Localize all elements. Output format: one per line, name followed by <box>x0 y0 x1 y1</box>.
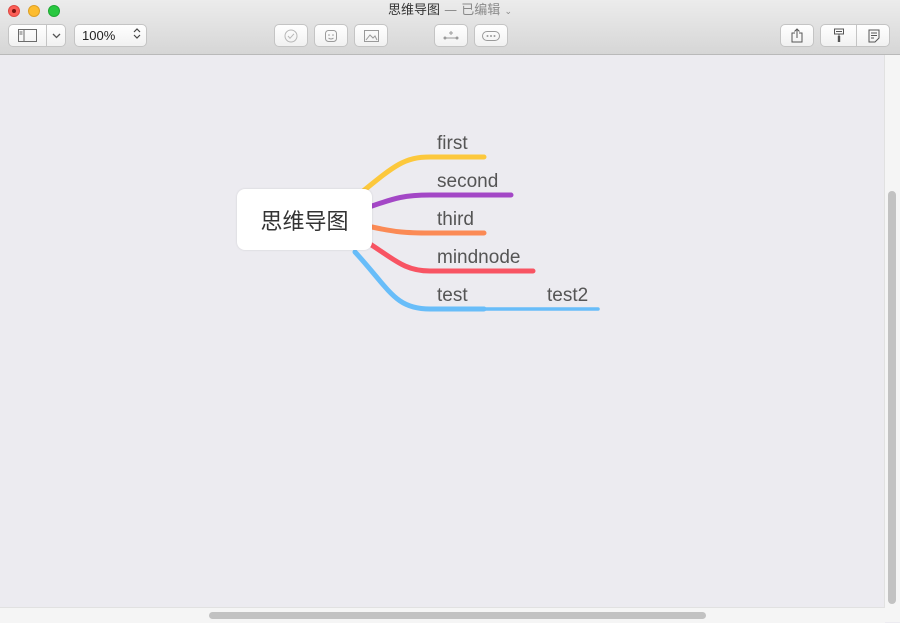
central-topic-label: 思维导图 <box>260 209 349 235</box>
app-window: 思维导图 — 已编辑 ⌄ 100% 思维导图 first second thir… <box>0 0 900 623</box>
title-toolbar: 思维导图 — 已编辑 ⌄ 100% <box>0 0 900 55</box>
chevron-down-icon <box>52 33 61 38</box>
horizontal-scrollbar[interactable] <box>0 607 885 623</box>
edited-status: — 已编辑 <box>444 3 501 18</box>
title-chevron-icon: ⌄ <box>504 7 512 17</box>
add-child-icon <box>443 30 459 39</box>
more-options-button[interactable] <box>474 24 508 47</box>
more-icon <box>482 30 500 41</box>
scroll-corner <box>885 607 900 622</box>
add-task-button[interactable] <box>274 24 308 47</box>
horizontal-scroll-thumb[interactable] <box>209 612 706 619</box>
add-image-button[interactable] <box>354 24 388 47</box>
notes-inspector-button[interactable] <box>857 25 890 46</box>
zoom-select[interactable]: 100% <box>74 24 147 47</box>
sidebar-toggle-button[interactable] <box>9 25 46 46</box>
sidebar-toggle-control <box>8 24 66 47</box>
node-mindnode[interactable]: mindnode <box>437 247 520 269</box>
sidebar-icon <box>18 29 37 42</box>
window-title[interactable]: 思维导图 — 已编辑 ⌄ <box>0 3 900 20</box>
checkmark-icon <box>284 29 298 42</box>
node-second[interactable]: second <box>437 171 498 193</box>
zoom-stepper-icon <box>133 28 141 39</box>
share-button[interactable] <box>780 24 814 47</box>
format-brush-icon <box>833 28 844 42</box>
vertical-scroll-thumb[interactable] <box>888 191 896 604</box>
branch-line-second <box>369 192 514 209</box>
format-inspector-button[interactable] <box>821 25 856 46</box>
vertical-scrollbar[interactable] <box>884 55 900 607</box>
image-icon <box>363 29 379 42</box>
zoom-value: 100% <box>82 28 116 43</box>
inspector-control <box>820 24 890 47</box>
node-test[interactable]: test <box>437 285 468 307</box>
sidebar-options-button[interactable] <box>47 25 66 46</box>
sticker-icon <box>325 29 337 42</box>
notes-icon <box>868 29 879 42</box>
node-test2[interactable]: test2 <box>547 285 588 307</box>
add-node-button[interactable] <box>434 24 468 47</box>
document-name: 思维导图 <box>388 3 441 18</box>
node-third[interactable]: third <box>437 209 474 231</box>
share-icon <box>791 28 803 43</box>
central-topic-node[interactable]: 思维导图 <box>237 189 372 250</box>
node-first[interactable]: first <box>437 133 468 155</box>
mindmap-canvas[interactable]: 思维导图 first second third mindnode test te… <box>0 55 885 607</box>
add-sticker-button[interactable] <box>314 24 348 47</box>
